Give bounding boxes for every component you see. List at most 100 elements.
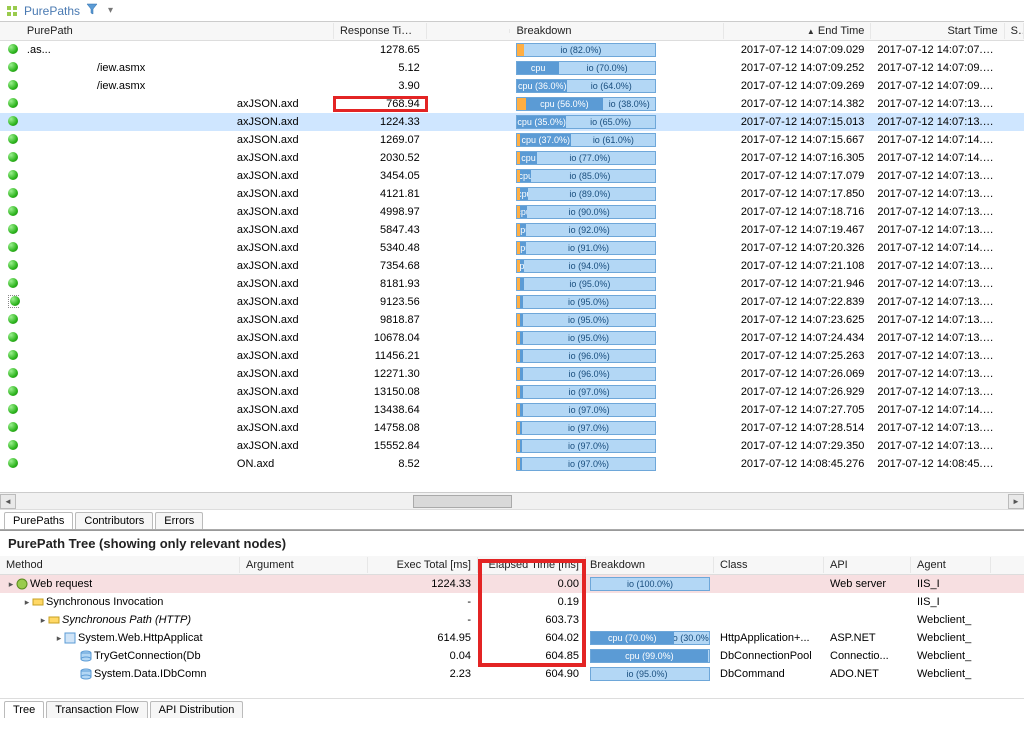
- breakdown-bar: cpu (37.0%)io (61.0%): [516, 133, 656, 147]
- cell-breakdown: io (95.0%): [510, 312, 724, 328]
- table-row[interactable]: /iew.asmx5.12cpuio (70.0%)2017-07-12 14:…: [0, 59, 1024, 77]
- grid-body[interactable]: .as...1278.65io (82.0%)2017-07-12 14:07:…: [0, 41, 1024, 492]
- table-row[interactable]: .as...1278.65io (82.0%)2017-07-12 14:07:…: [0, 41, 1024, 59]
- scroll-track[interactable]: [16, 494, 1008, 509]
- cell-endtime: 2017-07-12 14:07:21.108: [724, 259, 871, 273]
- tree-expander-icon[interactable]: ▸: [6, 579, 16, 590]
- table-row[interactable]: axJSON.axd15552.84io (97.0%)2017-07-12 1…: [0, 437, 1024, 455]
- bcol-elapsed[interactable]: Elapsed Time [ms]: [478, 557, 586, 573]
- table-row[interactable]: axJSON.axd5847.43cpuio (92.0%)2017-07-12…: [0, 221, 1024, 239]
- cell-method: ▸Synchronous Path (HTTP): [0, 613, 240, 627]
- tree-row[interactable]: System.Data.IDbComn2.23604.90io (95.0%)D…: [0, 665, 1024, 683]
- cell-endtime: 2017-07-12 14:07:20.326: [724, 241, 871, 255]
- table-row[interactable]: axJSON.axd3454.05cpuio (85.0%)2017-07-12…: [0, 167, 1024, 185]
- tree-expander-icon[interactable]: ▸: [54, 633, 64, 644]
- table-row[interactable]: axJSON.axd8181.93io (95.0%)2017-07-12 14…: [0, 275, 1024, 293]
- tab-errors[interactable]: Errors: [155, 512, 203, 529]
- bcol-agent[interactable]: Agent: [911, 557, 991, 573]
- boxed-status-icon: [8, 295, 21, 308]
- breakdown-bar: io (97.0%): [516, 385, 656, 399]
- table-row[interactable]: axJSON.axd7354.68cpuio (94.0%)2017-07-12…: [0, 257, 1024, 275]
- table-row[interactable]: axJSON.axd9818.87io (95.0%)2017-07-12 14…: [0, 311, 1024, 329]
- bcol-arg[interactable]: Argument: [240, 557, 368, 573]
- breakdown-bar: cpu (56.0%)io (38.0%): [516, 97, 656, 111]
- table-row[interactable]: axJSON.axd13150.08io (97.0%)2017-07-12 1…: [0, 383, 1024, 401]
- tree-row[interactable]: ▸Synchronous Path (HTTP)-603.73Webclient…: [0, 611, 1024, 629]
- cell-response-time: 4121.81: [334, 187, 427, 201]
- col-breakdown[interactable]: Breakdown: [510, 23, 724, 39]
- scroll-thumb[interactable]: [413, 495, 512, 508]
- cell-method: ▸System.Web.HttpApplicat: [0, 631, 240, 645]
- top-tabs: PurePathsContributorsErrors: [0, 509, 1024, 529]
- scroll-right-button[interactable]: ►: [1008, 494, 1024, 509]
- col-response[interactable]: Response Time [ms]: [334, 23, 427, 39]
- cell-exec: -: [368, 613, 478, 627]
- status-ok-icon: [8, 350, 18, 360]
- col-s[interactable]: S: [1005, 23, 1024, 39]
- cell-agent: Webclient_: [911, 649, 991, 663]
- breakdown-bar: io (97.0%): [516, 403, 656, 417]
- bcol-api[interactable]: API: [824, 557, 911, 573]
- bcol-breakdown[interactable]: Breakdown: [586, 557, 714, 573]
- table-row[interactable]: axJSON.axd4121.81cpuio (89.0%)2017-07-12…: [0, 185, 1024, 203]
- status-ok-icon: [8, 170, 18, 180]
- col-purepath[interactable]: PurePath: [21, 23, 334, 39]
- breakdown-io: io (97.0%): [523, 386, 656, 398]
- breakdown-cpu: cpu (36.0%): [517, 80, 567, 92]
- col-endtime[interactable]: ▲ End Time: [724, 23, 871, 39]
- horizontal-scrollbar[interactable]: ◄ ►: [0, 492, 1024, 509]
- table-row[interactable]: axJSON.axd12271.30io (96.0%)2017-07-12 1…: [0, 365, 1024, 383]
- node-name: TryGetConnection(Db: [94, 650, 201, 662]
- close-panel-icon[interactable]: ▾: [108, 5, 113, 16]
- tree-expander-icon[interactable]: ▸: [38, 615, 48, 626]
- bcol-method[interactable]: Method: [0, 557, 240, 573]
- top-panel: PurePath Response Time [ms] Breakdown ▲ …: [0, 22, 1024, 530]
- scroll-left-button[interactable]: ◄: [0, 494, 16, 509]
- cell-exec: 0.04: [368, 649, 478, 663]
- breakdown-bar: io (97.0%): [516, 457, 656, 471]
- table-row[interactable]: axJSON.axd768.94cpu (56.0%)io (38.0%)201…: [0, 95, 1024, 113]
- bcol-exec[interactable]: Exec Total [ms]: [368, 557, 478, 573]
- breakdown-bar: cpu (36.0%)io (64.0%): [516, 79, 656, 93]
- cell-response-time: 10678.04: [334, 331, 427, 345]
- table-row[interactable]: axJSON.axd1224.33cpu (35.0%)io (65.0%)20…: [0, 113, 1024, 131]
- cell-endtime: 2017-07-12 14:07:17.850: [724, 187, 871, 201]
- tree-row[interactable]: ▸System.Web.HttpApplicat614.95604.02cpu …: [0, 629, 1024, 647]
- breakdown-io: io (38.0%): [603, 98, 655, 110]
- table-row[interactable]: axJSON.axd11456.21io (96.0%)2017-07-12 1…: [0, 347, 1024, 365]
- breakdown-bar: cpuio (70.0%): [516, 61, 656, 75]
- table-row[interactable]: axJSON.axd1269.07cpu (37.0%)io (61.0%)20…: [0, 131, 1024, 149]
- tree-row[interactable]: TryGetConnection(Db0.04604.85cpu (99.0%)…: [0, 647, 1024, 665]
- table-row[interactable]: /iew.asmx3.90cpu (36.0%)io (64.0%)2017-0…: [0, 77, 1024, 95]
- cell-response-time: 8181.93: [334, 277, 427, 291]
- table-row[interactable]: axJSON.axd5340.48cpuio (91.0%)2017-07-12…: [0, 239, 1024, 257]
- table-row[interactable]: axJSON.axd9123.56io (95.0%)2017-07-12 14…: [0, 293, 1024, 311]
- table-row[interactable]: axJSON.axd14758.08io (97.0%)2017-07-12 1…: [0, 419, 1024, 437]
- breakdown-io: io (70.0%): [559, 62, 656, 74]
- tree-row[interactable]: ▸Synchronous Invocation-0.19IIS_I: [0, 593, 1024, 611]
- cell-breakdown: io (97.0%): [510, 456, 724, 472]
- tab-purepaths[interactable]: PurePaths: [4, 512, 73, 529]
- table-row[interactable]: axJSON.axd4998.97cpuio (90.0%)2017-07-12…: [0, 203, 1024, 221]
- table-row[interactable]: axJSON.axd2030.52cpuio (77.0%)2017-07-12…: [0, 149, 1024, 167]
- cell-purepath: axJSON.axd: [21, 241, 334, 255]
- table-row[interactable]: axJSON.axd10678.04io (95.0%)2017-07-12 1…: [0, 329, 1024, 347]
- table-row[interactable]: axJSON.axd13438.64io (97.0%)2017-07-12 1…: [0, 401, 1024, 419]
- bcol-class[interactable]: Class: [714, 557, 824, 573]
- tab-transaction-flow[interactable]: Transaction Flow: [46, 701, 147, 718]
- node-icon: [48, 614, 60, 626]
- tab-contributors[interactable]: Contributors: [75, 512, 153, 529]
- table-row[interactable]: ON.axd8.52io (97.0%)2017-07-12 14:08:45.…: [0, 455, 1024, 473]
- filter-icon[interactable]: [86, 3, 98, 18]
- tree-row[interactable]: ▸Web request1224.330.00io (100.0%)Web se…: [0, 575, 1024, 593]
- breakdown-bar: io (95.0%): [516, 331, 656, 345]
- bottom-grid-body[interactable]: ▸Web request1224.330.00io (100.0%)Web se…: [0, 575, 1024, 698]
- breakdown-io: io (85.0%): [531, 170, 648, 182]
- tab-tree[interactable]: Tree: [4, 701, 44, 718]
- col-starttime[interactable]: Start Time: [871, 23, 1004, 39]
- tab-api-distribution[interactable]: API Distribution: [150, 701, 244, 718]
- status-ok-icon: [8, 80, 18, 90]
- cell-purepath: axJSON.axd: [21, 421, 334, 435]
- tree-expander-icon[interactable]: ▸: [22, 597, 32, 608]
- cell-class: [714, 619, 824, 621]
